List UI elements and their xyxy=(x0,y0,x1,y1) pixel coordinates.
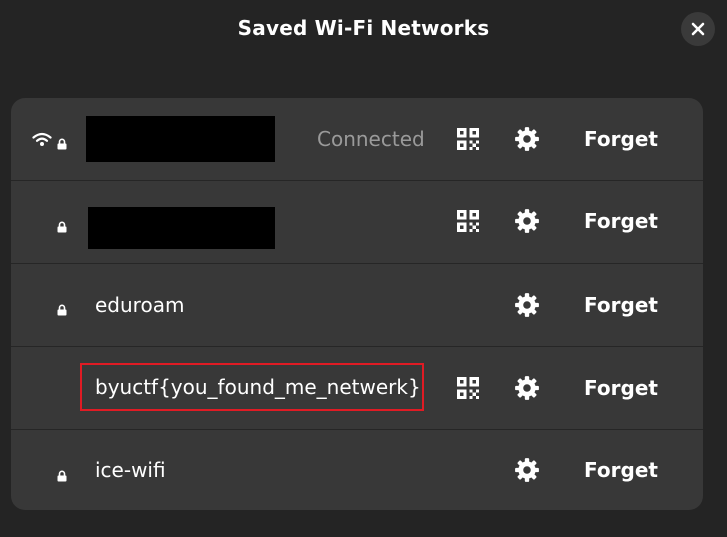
qr-code-icon xyxy=(457,377,479,399)
network-name: eduroam xyxy=(95,293,185,317)
network-row: Connected Forget xyxy=(11,98,703,180)
network-row: byuctf{you_found_me_netwerk} Forget xyxy=(11,346,703,429)
lock-icon xyxy=(57,138,67,150)
lock-icon xyxy=(57,221,67,233)
network-name: ice-wifi xyxy=(95,458,166,482)
settings-button[interactable] xyxy=(513,125,541,153)
gear-icon xyxy=(515,376,539,400)
close-icon xyxy=(691,22,705,36)
qr-code-icon xyxy=(457,210,479,232)
network-row: ice-wifi Forget xyxy=(11,429,703,510)
qr-code-button[interactable] xyxy=(456,209,480,233)
gear-icon xyxy=(515,209,539,233)
forget-button[interactable]: Forget xyxy=(579,208,663,234)
settings-button[interactable] xyxy=(513,207,541,235)
settings-button[interactable] xyxy=(513,291,541,319)
wifi-signal-icon xyxy=(32,132,52,146)
network-row: Forget xyxy=(11,180,703,263)
settings-button[interactable] xyxy=(513,374,541,402)
forget-button[interactable]: Forget xyxy=(579,375,663,401)
settings-button[interactable] xyxy=(513,456,541,484)
connection-status: Connected xyxy=(317,127,425,151)
network-name: byuctf{you_found_me_netwerk} xyxy=(95,375,421,399)
forget-button[interactable]: Forget xyxy=(579,126,663,152)
redacted-network-name xyxy=(88,207,275,249)
dialog-title: Saved Wi-Fi Networks xyxy=(237,16,490,40)
network-row: eduroam Forget xyxy=(11,263,703,346)
forget-button[interactable]: Forget xyxy=(579,292,663,318)
saved-networks-list: Connected Forget Forget eduroam Forget b… xyxy=(11,98,703,510)
qr-code-button[interactable] xyxy=(456,127,480,151)
qr-code-button[interactable] xyxy=(456,376,480,400)
gear-icon xyxy=(515,293,539,317)
redacted-network-name xyxy=(86,116,275,162)
gear-icon xyxy=(515,127,539,151)
qr-code-icon xyxy=(457,128,479,150)
lock-icon xyxy=(57,470,67,482)
gear-icon xyxy=(515,458,539,482)
close-button[interactable] xyxy=(681,12,715,46)
lock-icon xyxy=(57,304,67,316)
forget-button[interactable]: Forget xyxy=(579,457,663,483)
